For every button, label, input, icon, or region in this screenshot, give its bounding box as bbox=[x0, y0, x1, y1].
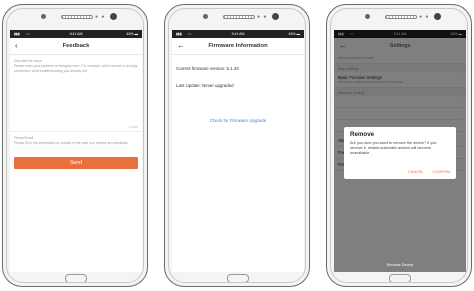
front-camera bbox=[203, 14, 208, 19]
confirm-button[interactable]: CONFIRM bbox=[432, 170, 450, 174]
status-bar: ▮▮▮ ◠ 9:41 AM 46% ▬ bbox=[172, 30, 304, 38]
phone-feedback: ● ● ▮▮▮ ◠ 9:41 AM 46% ▬ ‹ Feedback Descr… bbox=[2, 4, 148, 287]
earpiece-speaker bbox=[385, 15, 417, 19]
battery-icon: 46% ▬ bbox=[126, 32, 139, 36]
front-sensor bbox=[110, 13, 117, 20]
proximity-dots: ● ● bbox=[257, 14, 268, 20]
front-sensor bbox=[434, 13, 441, 20]
proximity-dots: ● ● bbox=[95, 14, 106, 20]
send-button[interactable]: Send bbox=[14, 157, 138, 169]
current-firmware-version: Current firmware version: 5.1.43 bbox=[176, 66, 239, 71]
last-update: Last Update: Never upgraded bbox=[176, 83, 234, 88]
describe-label: Describe the issue bbox=[14, 59, 42, 63]
front-camera bbox=[365, 14, 370, 19]
chevron-left-icon[interactable]: ‹ bbox=[15, 41, 18, 51]
describe-textarea[interactable]: Please enter your problem or thoughts he… bbox=[10, 64, 142, 125]
earpiece-speaker bbox=[61, 15, 93, 19]
settings-screen: ▮▮▮ ◠ 9:41 AM 46% ▬ ← Settings DEVICE SP… bbox=[334, 30, 466, 272]
phone-settings: ● ● ▮▮▮ ◠ 9:41 AM 46% ▬ ← Settings DEVIC… bbox=[326, 4, 472, 287]
email-field[interactable]: Please fill in the information of contac… bbox=[10, 141, 142, 155]
phone-top-bezel: ● ● bbox=[3, 5, 147, 30]
dialog-message: Are you sure you want to remove the devi… bbox=[350, 141, 437, 156]
cancel-button[interactable]: CANCEL bbox=[408, 170, 423, 174]
home-button[interactable] bbox=[65, 274, 87, 283]
status-bar: ▮▮▮ ◠ 9:41 AM 46% ▬ bbox=[10, 30, 142, 38]
arrow-left-icon[interactable]: ← bbox=[177, 41, 185, 51]
phone-top-bezel: ● ● bbox=[165, 5, 309, 30]
home-button[interactable] bbox=[227, 274, 249, 283]
proximity-dots: ● ● bbox=[419, 14, 430, 20]
firmware-screen: ▮▮▮ ◠ 9:41 AM 46% ▬ ← Firmware Informati… bbox=[172, 30, 304, 272]
front-camera bbox=[41, 14, 46, 19]
remove-device-button[interactable]: Remove Device bbox=[334, 263, 466, 267]
phone-top-bezel: ● ● bbox=[327, 5, 471, 30]
status-time: 9:41 AM bbox=[231, 32, 245, 36]
check-firmware-upgrade-link[interactable]: Check for Firmware Upgrade bbox=[172, 118, 304, 123]
dialog-buttons: CANCEL CONFIRM bbox=[400, 170, 450, 174]
remove-dialog: Remove Are you sure you want to remove t… bbox=[344, 127, 456, 179]
battery-level: 46% bbox=[288, 32, 296, 36]
feedback-screen: ▮▮▮ ◠ 9:41 AM 46% ▬ ‹ Feedback Describe … bbox=[10, 30, 142, 272]
nav-bar: ‹ Feedback bbox=[10, 38, 142, 55]
dialog-title: Remove bbox=[350, 131, 375, 138]
page-title: Firmware Information bbox=[208, 43, 268, 49]
battery-level: 46% bbox=[126, 32, 134, 36]
front-sensor bbox=[272, 13, 279, 20]
phone-firmware: ● ● ▮▮▮ ◠ 9:41 AM 46% ▬ ← Firmware Infor… bbox=[164, 4, 310, 287]
earpiece-speaker bbox=[223, 15, 255, 19]
email-label: Phone/Email bbox=[10, 131, 142, 141]
page-title: Feedback bbox=[62, 43, 90, 49]
nav-bar: ← Firmware Information bbox=[172, 38, 304, 55]
char-counter: 0/1000 bbox=[128, 125, 138, 129]
home-button[interactable] bbox=[389, 274, 411, 283]
battery-icon: 46% ▬ bbox=[288, 32, 301, 36]
status-time: 9:41 AM bbox=[69, 32, 83, 36]
